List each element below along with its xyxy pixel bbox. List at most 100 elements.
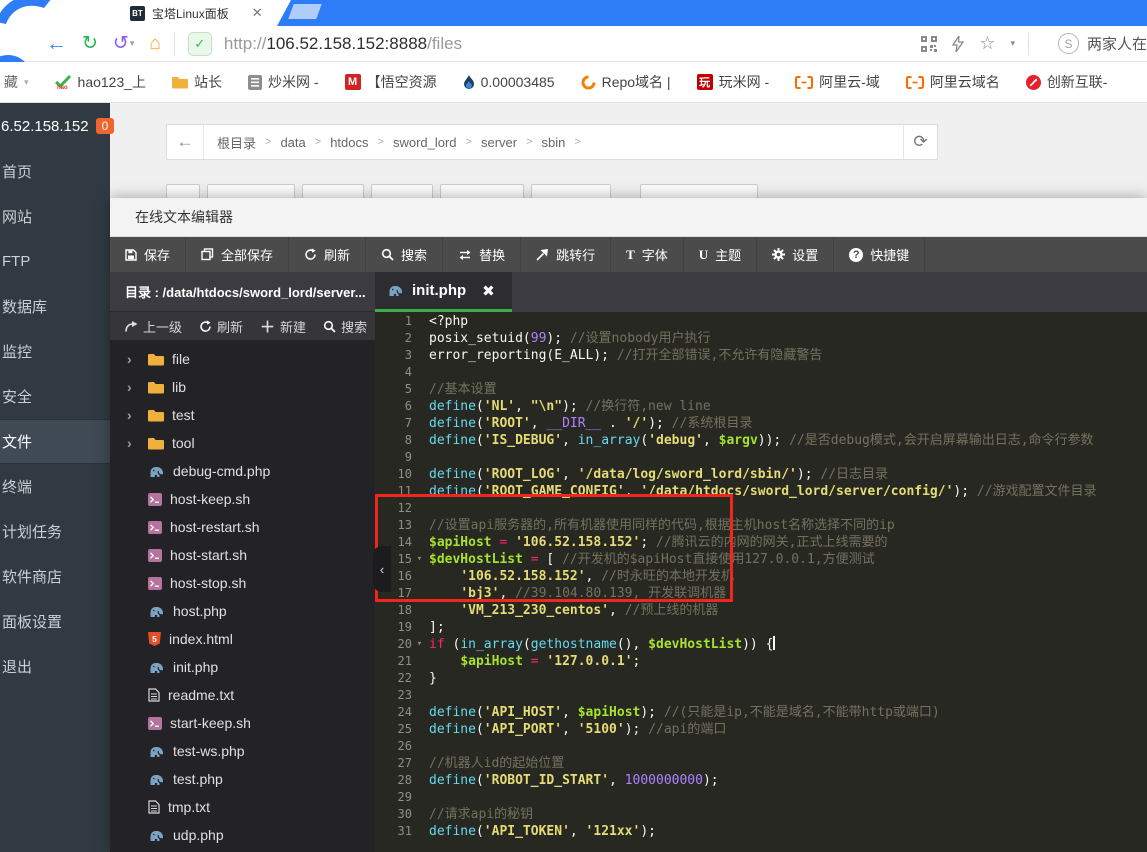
bookmark-item[interactable]: 创新互联- — [1026, 72, 1108, 92]
lightning-icon[interactable] — [952, 36, 964, 52]
favorite-star-icon[interactable]: ☆ — [979, 33, 995, 54]
bookmark-item[interactable]: 藏▾ — [4, 72, 29, 92]
tree-action-search[interactable]: 搜索 — [323, 317, 367, 336]
sidebar-item-退出[interactable]: 退出 — [0, 644, 110, 689]
bookmark-item[interactable]: 炒米网 - — [248, 72, 319, 92]
code-line[interactable]: 15▾$devHostList = [ //开发机的$apiHost直接使用12… — [375, 551, 1147, 568]
tree-item-host-keep.sh[interactable]: host-keep.sh — [110, 485, 375, 513]
code-line[interactable]: 2posix_setuid(99); //设置nobody用户执行 — [375, 330, 1147, 347]
tree-item-host-stop.sh[interactable]: host-stop.sh — [110, 569, 375, 597]
clipped-toolbar-button[interactable] — [531, 184, 611, 198]
server-ip-header[interactable]: 6.52.158.152 0 — [0, 103, 110, 149]
tree-item-host-restart.sh[interactable]: host-restart.sh — [110, 513, 375, 541]
bookmark-item[interactable]: 玩玩米网 - — [697, 72, 770, 92]
code-line[interactable]: 8define('IS_DEBUG', in_array('debug', $a… — [375, 432, 1147, 449]
tree-action-plus[interactable]: ＋新建 — [260, 316, 306, 337]
breadcrumb-segment[interactable]: sbin — [542, 135, 566, 150]
tree-item-start-keep.sh[interactable]: start-keep.sh — [110, 709, 375, 737]
code-line[interactable]: 5//基本设置 — [375, 381, 1147, 398]
code-line[interactable]: 19]; — [375, 619, 1147, 636]
bookmark-item[interactable]: Repo域名 | — [581, 72, 671, 92]
security-shield-icon[interactable]: ✓ — [188, 32, 212, 56]
bookmark-item[interactable]: M【悟空资源 — [345, 72, 437, 92]
code-line[interactable]: 13//设置api服务器的,所有机器使用同样的代码,根据主机host名称选择不同… — [375, 517, 1147, 534]
tree-item-tmp.txt[interactable]: tmp.txt — [110, 793, 375, 821]
code-line[interactable]: 27//机器人id的起始位置 — [375, 755, 1147, 772]
new-tab-button[interactable] — [288, 4, 321, 19]
clipped-toolbar-button[interactable] — [640, 184, 758, 198]
breadcrumb-refresh-icon[interactable]: ⟳ — [903, 125, 937, 159]
tab-close-icon[interactable]: ✕ — [252, 5, 263, 21]
tree-item-index.html[interactable]: 5index.html — [110, 625, 375, 653]
tree-item-readme.txt[interactable]: readme.txt — [110, 681, 375, 709]
code-line[interactable]: 10define('ROOT_LOG', '/data/log/sword_lo… — [375, 466, 1147, 483]
editor-toolbar-search-button[interactable]: 搜索 — [366, 237, 443, 272]
bookmark-item[interactable]: 站长 — [172, 72, 222, 92]
editor-toolbar-font-button[interactable]: T字体 — [611, 237, 684, 272]
undo-caret-icon[interactable]: ▾ — [130, 38, 135, 49]
panel-collapse-handle[interactable]: ‹ — [373, 546, 391, 592]
code-line[interactable]: 24define('API_HOST', $apiHost); //(只能是ip… — [375, 704, 1147, 721]
code-line[interactable]: 22} — [375, 670, 1147, 687]
code-line[interactable]: 21 $apiHost = '127.0.0.1'; — [375, 653, 1147, 670]
sidebar-item-文件[interactable]: 文件 — [0, 419, 110, 464]
browser-tab[interactable]: BT 宝塔Linux面板 ✕ — [130, 2, 263, 24]
editor-toolbar-goto-button[interactable]: 跳转行 — [521, 237, 611, 272]
code-line[interactable]: 9 — [375, 449, 1147, 466]
clipped-toolbar-button[interactable] — [440, 184, 524, 198]
fold-arrow-icon[interactable]: ▾ — [412, 551, 427, 568]
code-line[interactable]: 18 'VM_213_230_centos', //预上线的机器 — [375, 602, 1147, 619]
undo-icon[interactable]: ↺ — [113, 34, 129, 53]
code-line[interactable]: 11define('ROOT_GAME_CONFIG', '/data/htdo… — [375, 483, 1147, 500]
code-line[interactable]: 29 — [375, 789, 1147, 806]
back-icon[interactable]: ← — [46, 33, 67, 54]
editor-toolbar-saveall-button[interactable]: 全部保存 — [186, 237, 289, 272]
breadcrumb-segment[interactable]: 根目录 — [217, 133, 256, 152]
code-line[interactable]: 4 — [375, 364, 1147, 381]
sidebar-item-软件商店[interactable]: 软件商店 — [0, 554, 110, 599]
tree-item-lib[interactable]: ›lib — [110, 373, 375, 401]
undo-group[interactable]: ↺ ▾ — [98, 34, 134, 53]
breadcrumb-segment[interactable]: server — [481, 135, 517, 150]
qrcode-icon[interactable] — [921, 36, 937, 52]
tree-item-host-start.sh[interactable]: host-start.sh — [110, 541, 375, 569]
breadcrumb-segment[interactable]: sword_lord — [393, 135, 457, 150]
sidebar-item-FTP[interactable]: FTP — [0, 239, 110, 284]
star-caret-icon[interactable]: ▾ — [1010, 38, 1015, 49]
tree-item-file[interactable]: ›file — [110, 345, 375, 373]
bookmark-item[interactable]: 阿里云-域 — [795, 72, 880, 92]
code-line[interactable]: 16 '106.52.158.152', //时永旺的本地开发机 — [375, 568, 1147, 585]
bookmark-item[interactable]: 0.00003485 — [463, 74, 555, 90]
sidebar-item-数据库[interactable]: 数据库 — [0, 284, 110, 329]
clipped-toolbar-button[interactable] — [302, 184, 364, 198]
sidebar-item-面板设置[interactable]: 面板设置 — [0, 599, 110, 644]
tree-item-udp.php[interactable]: udp.php — [110, 821, 375, 849]
editor-toolbar-refresh-button[interactable]: 刷新 — [289, 237, 366, 272]
code-line[interactable]: 7define('ROOT', __DIR__ . '/'); //系统根目录 — [375, 415, 1147, 432]
code-line[interactable]: 3error_reporting(E_ALL); //打开全部错误,不允许有隐藏… — [375, 347, 1147, 364]
editor-toolbar-theme-button[interactable]: U主题 — [684, 237, 757, 272]
url-text[interactable]: http://106.52.158.152:8888/files — [224, 34, 462, 54]
tree-item-test[interactable]: ›test — [110, 401, 375, 429]
tree-item-test-ws.php[interactable]: test-ws.php — [110, 737, 375, 765]
tree-item-init.php[interactable]: init.php — [110, 653, 375, 681]
bookmark-item[interactable]: haohao123_上 — [55, 72, 147, 92]
code-line[interactable]: 26 — [375, 738, 1147, 755]
code-line[interactable]: 6define('NL', "\n"); //换行符,new line — [375, 398, 1147, 415]
breadcrumb-back-icon[interactable]: ← — [167, 125, 204, 159]
sidebar-item-终端[interactable]: 终端 — [0, 464, 110, 509]
code-line[interactable]: 30//请求api的秘钥 — [375, 806, 1147, 823]
tree-item-tool[interactable]: ›tool — [110, 429, 375, 457]
code-editor[interactable]: 1<?php2posix_setuid(99); //设置nobody用户执行3… — [375, 312, 1147, 852]
breadcrumb-segment[interactable]: htdocs — [330, 135, 368, 150]
tree-item-test.php[interactable]: test.php — [110, 765, 375, 793]
code-line[interactable]: 28define('ROBOT_ID_START', 1000000000); — [375, 772, 1147, 789]
code-line[interactable]: 25define('API_PORT', '5100'); //api的端口 — [375, 721, 1147, 738]
sidebar-item-网站[interactable]: 网站 — [0, 194, 110, 239]
sidebar-item-监控[interactable]: 监控 — [0, 329, 110, 374]
sidebar-item-计划任务[interactable]: 计划任务 — [0, 509, 110, 554]
code-line[interactable]: 17 'bj3', //39.104.80.139, 开发联调机器 — [375, 585, 1147, 602]
sogou-s-icon[interactable]: S — [1058, 33, 1079, 54]
editor-toolbar-save-button[interactable]: 保存 — [110, 237, 186, 272]
reload-icon[interactable]: ↻ — [82, 34, 98, 53]
